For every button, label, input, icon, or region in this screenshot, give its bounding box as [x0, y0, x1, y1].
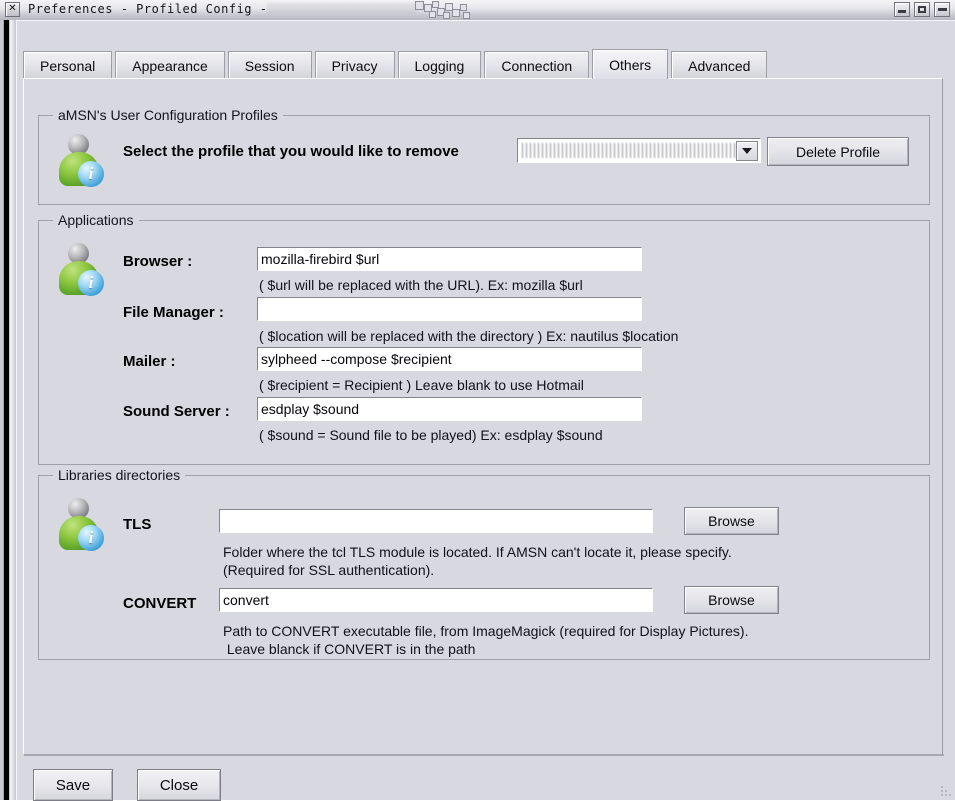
group-title-libraries: Libraries directories	[53, 467, 186, 483]
file-manager-input[interactable]	[257, 297, 642, 321]
profile-select-value	[522, 143, 736, 158]
group-title-applications: Applications	[53, 212, 139, 228]
tab-content-panel: aMSN's User Configuration Profiles i Sel…	[23, 78, 943, 755]
tab-connection[interactable]: Connection	[484, 51, 590, 79]
maximize-icon[interactable]	[914, 2, 930, 17]
tab-label: Privacy	[331, 57, 378, 74]
titlebar-decoration	[415, 1, 473, 19]
minimize-icon[interactable]	[894, 2, 910, 17]
group-user-configuration-profiles: aMSN's User Configuration Profiles i Sel…	[38, 107, 930, 205]
tls-hint: Folder where the tcl TLS module is locat…	[223, 544, 732, 578]
file-manager-hint: ( $location will be replaced with the di…	[259, 328, 679, 344]
info-badge-icon: i	[78, 525, 104, 551]
mailer-label: Mailer :	[123, 353, 176, 370]
file-manager-label: File Manager :	[123, 304, 224, 321]
sound-server-hint: ( $sound = Sound file to be played) Ex: …	[259, 427, 603, 443]
tab-label: Advanced	[688, 57, 751, 74]
dialog-footer: Save Close	[17, 761, 955, 801]
tab-label: Session	[244, 57, 295, 74]
client-area: Personal Appearance Session Privacy Logging C…	[16, 20, 955, 801]
tab-label: Logging	[414, 57, 465, 74]
tab-privacy[interactable]: Privacy	[314, 51, 395, 79]
convert-input[interactable]: convert	[219, 588, 653, 612]
info-badge-icon: i	[78, 270, 104, 296]
profile-remove-label: Select the profile that you would like t…	[123, 143, 459, 160]
browser-hint: ( $url will be replaced with the URL). E…	[259, 277, 583, 293]
tls-input[interactable]	[219, 509, 653, 533]
close-window-icon[interactable]	[934, 2, 950, 17]
tab-bar: Personal Appearance Session Privacy Logging C…	[23, 47, 943, 79]
buddy-icon: i	[57, 498, 104, 551]
sound-server-input[interactable]: esdplay $sound	[257, 397, 642, 421]
mailer-input[interactable]: sylpheed --compose $recipient	[257, 347, 642, 371]
tab-appearance[interactable]: Appearance	[115, 51, 225, 79]
tab-label: Others	[609, 56, 652, 73]
browser-input[interactable]: mozilla-firebird $url	[257, 247, 642, 271]
window-title-text: Preferences - Profiled Config -	[28, 2, 268, 16]
tab-label: Personal	[40, 57, 96, 74]
preferences-window: ✕ Preferences - Profiled Config - Person…	[0, 0, 955, 801]
delete-profile-button[interactable]: Delete Profile	[767, 137, 909, 166]
tls-label: TLS	[123, 516, 152, 533]
convert-label: CONVERT	[123, 595, 197, 612]
panel-shadow	[24, 754, 944, 756]
mailer-hint: ( $recipient = Recipient ) Leave blank t…	[259, 377, 584, 393]
close-icon[interactable]: ✕	[5, 1, 20, 17]
chevron-down-icon[interactable]	[736, 140, 758, 161]
tab-logging[interactable]: Logging	[397, 51, 482, 79]
browser-label: Browser :	[123, 253, 193, 270]
info-badge-icon: i	[78, 161, 104, 187]
title-bar[interactable]: ✕ Preferences - Profiled Config -	[0, 0, 955, 20]
close-button[interactable]: Close	[137, 769, 221, 801]
tls-browse-button[interactable]: Browse	[684, 507, 779, 535]
group-libraries-directories: Libraries directories i TLS Browse Folde…	[38, 467, 930, 660]
tab-personal[interactable]: Personal	[23, 51, 113, 79]
sound-server-label: Sound Server :	[123, 403, 230, 420]
tab-session[interactable]: Session	[227, 51, 312, 79]
window-left-edge	[0, 18, 16, 800]
profile-select-combobox[interactable]	[517, 138, 761, 163]
tab-others[interactable]: Others	[592, 49, 669, 79]
convert-browse-button[interactable]: Browse	[684, 586, 779, 614]
convert-hint: Path to CONVERT executable file, from Im…	[223, 623, 749, 657]
buddy-icon: i	[57, 243, 104, 296]
group-title-profiles: aMSN's User Configuration Profiles	[53, 107, 283, 123]
tab-label: Connection	[501, 57, 573, 74]
resize-grip[interactable]	[937, 782, 951, 796]
window-title-redacted	[268, 3, 419, 14]
save-button[interactable]: Save	[33, 769, 113, 801]
group-applications: Applications i Browser : mozilla-firebir…	[38, 212, 930, 465]
tab-label: Appearance	[132, 57, 208, 74]
window-controls	[894, 2, 950, 17]
window-title: Preferences - Profiled Config -	[28, 2, 419, 16]
buddy-icon: i	[57, 134, 104, 187]
tab-advanced[interactable]: Advanced	[671, 51, 768, 79]
